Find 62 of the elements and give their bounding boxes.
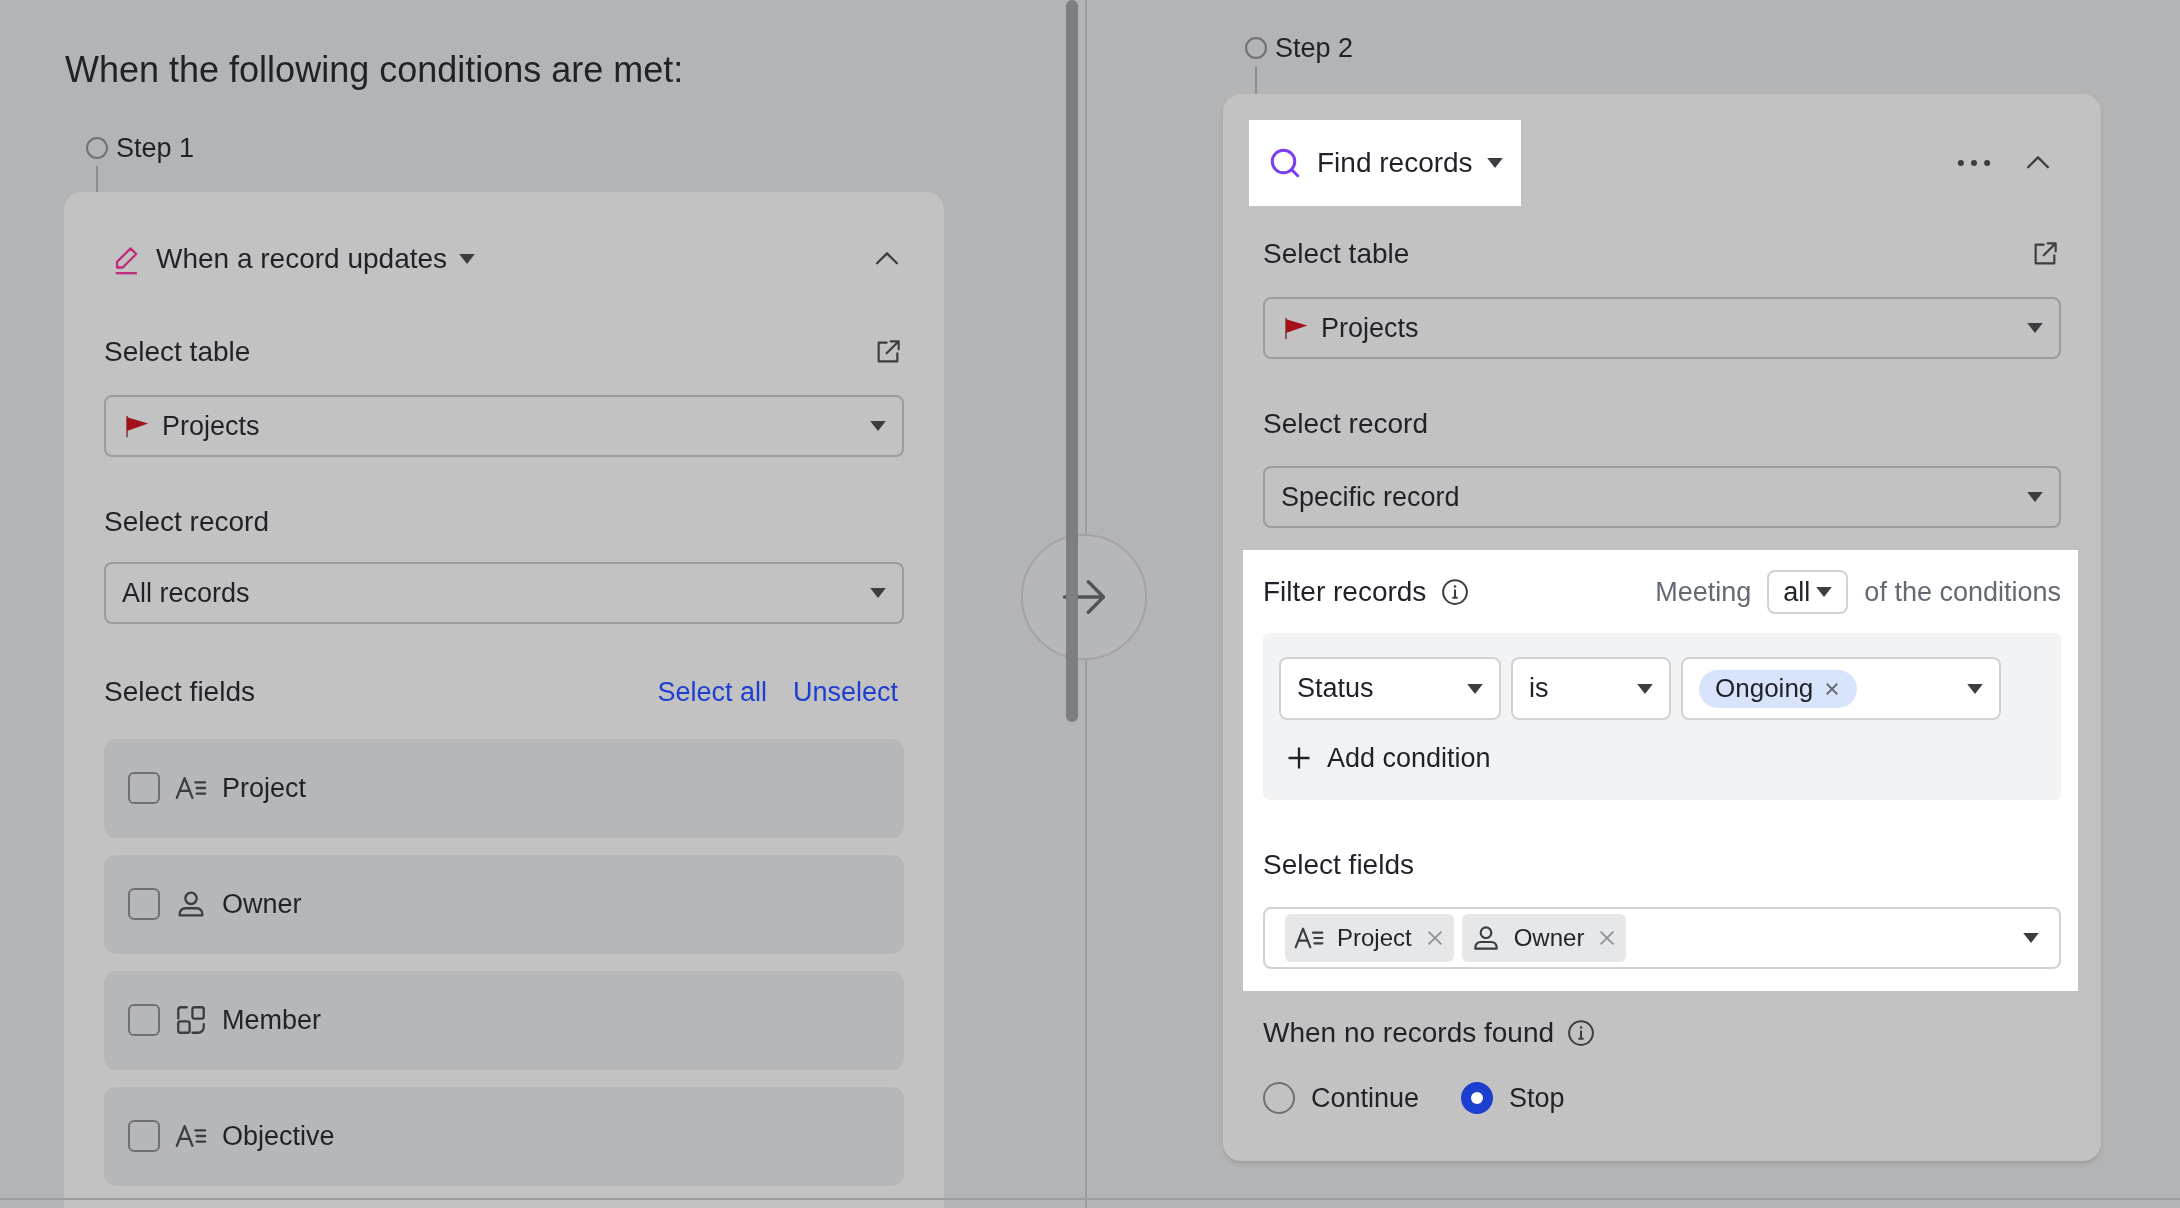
- field-row[interactable]: Owner: [104, 854, 904, 954]
- field-row[interactable]: Objective: [104, 1086, 904, 1186]
- field-label: When no records found: [1263, 1016, 1555, 1050]
- add-condition-button[interactable]: Add condition: [1285, 738, 1491, 778]
- checkbox[interactable]: [128, 1004, 160, 1036]
- caret-icon: [2027, 323, 2043, 333]
- checkbox[interactable]: [128, 888, 160, 920]
- caret-icon: [870, 421, 886, 431]
- field-name: Owner: [222, 887, 302, 921]
- field-name: Member: [222, 1003, 322, 1037]
- tag-label: Ongoing: [1715, 672, 1814, 705]
- caret-icon: [2027, 492, 2043, 502]
- field-dropdown[interactable]: Status: [1279, 657, 1501, 720]
- caret-icon: [1486, 158, 1503, 168]
- checkbox[interactable]: [128, 772, 160, 804]
- radio-button[interactable]: [1461, 1082, 1494, 1115]
- caret-icon: [1816, 587, 1833, 597]
- checkbox[interactable]: [128, 1120, 160, 1152]
- meeting-label: Meeting: [1655, 575, 1752, 609]
- radio-option[interactable]: Continue: [1263, 1078, 1420, 1119]
- step-label: Step 1: [116, 131, 195, 165]
- field-label: Select fields: [104, 675, 255, 710]
- tag-label: Owner: [1513, 923, 1585, 953]
- fields-select[interactable]: Project Owner: [1263, 907, 2061, 969]
- conditions-label: of the conditions: [1864, 575, 2061, 609]
- member-field-icon: [174, 1003, 208, 1037]
- more-icon[interactable]: [1957, 160, 1991, 166]
- field-label: Select record: [104, 505, 270, 539]
- trigger-type-dropdown[interactable]: When a record updates: [104, 238, 476, 280]
- table-dropdown[interactable]: Projects: [1263, 297, 2061, 359]
- caret-icon: [1967, 683, 1983, 694]
- match-dropdown[interactable]: all: [1767, 570, 1849, 614]
- caret-icon: [1467, 683, 1483, 694]
- info-icon: [1566, 1018, 1597, 1048]
- tag-label: Project: [1337, 923, 1412, 953]
- radio-button[interactable]: [1263, 1082, 1295, 1115]
- field-name: Objective: [222, 1119, 335, 1153]
- record-dropdown[interactable]: Specific record: [1263, 466, 2061, 528]
- text-link[interactable]: Select all: [657, 672, 767, 713]
- field-label: Select fields: [1263, 848, 1415, 882]
- caret-icon: [2023, 933, 2039, 943]
- caret-icon: [870, 588, 886, 598]
- caret-icon: [1637, 683, 1653, 694]
- field-label: Select table: [1263, 237, 1410, 271]
- info-icon: [1440, 577, 1471, 607]
- field-label: Filter records: [1263, 575, 1427, 609]
- value-select[interactable]: Ongoing: [1681, 657, 2001, 720]
- section-heading: When the following conditions are met:: [64, 48, 685, 92]
- scrollbar-thumb[interactable]: [1066, 0, 1078, 722]
- field-label: Select table: [104, 335, 251, 369]
- operator-dropdown[interactable]: is: [1511, 657, 1671, 720]
- record-dropdown[interactable]: All records: [104, 562, 904, 624]
- caret-icon: [459, 254, 476, 264]
- text-link[interactable]: Unselect: [792, 672, 898, 713]
- field-row[interactable]: Member: [104, 970, 904, 1070]
- step-label: Step 2: [1275, 31, 1354, 65]
- field-label: Select record: [1263, 407, 1429, 441]
- table-dropdown[interactable]: Projects: [104, 395, 904, 457]
- field-name: Project: [222, 771, 307, 805]
- radio-option[interactable]: Stop: [1461, 1078, 1565, 1119]
- action-type-dropdown[interactable]: Find records: [1249, 120, 1521, 206]
- field-row[interactable]: Project: [104, 738, 904, 838]
